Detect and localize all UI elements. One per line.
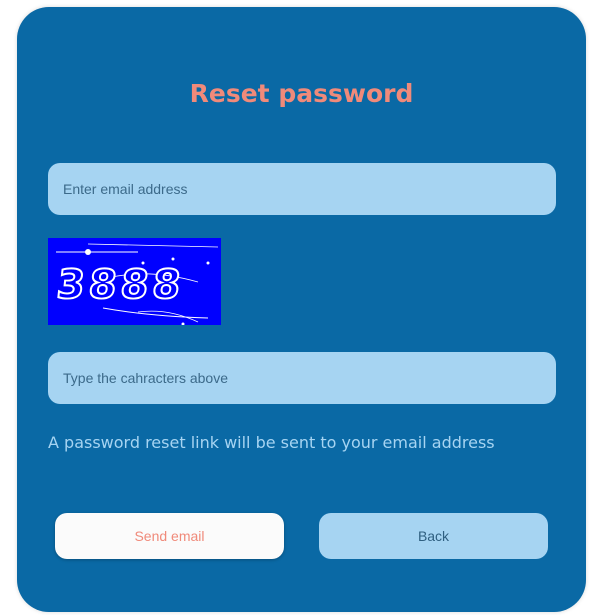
email-field[interactable] — [48, 163, 556, 215]
page-title: Reset password — [189, 79, 414, 108]
info-text: A password reset link will be sent to yo… — [48, 433, 495, 452]
send-email-button[interactable]: Send email — [55, 513, 284, 559]
captcha-input[interactable] — [48, 352, 556, 404]
captcha-image: 3888 — [48, 238, 221, 325]
back-button[interactable]: Back — [319, 513, 548, 559]
captcha-text: 3888 — [55, 262, 187, 308]
reset-password-card: Reset password 3888 A password reset lin… — [17, 7, 586, 612]
